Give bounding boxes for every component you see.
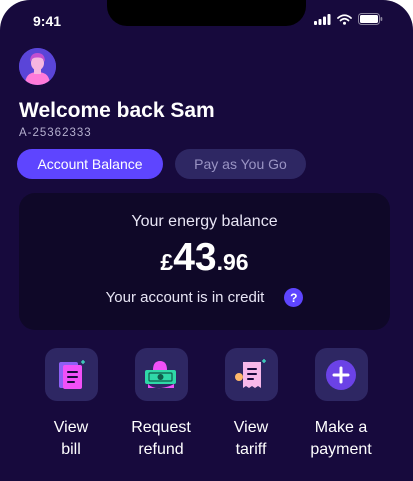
refund-icon — [145, 360, 176, 388]
plus-icon — [326, 359, 356, 390]
balance-minor: .96 — [216, 249, 249, 275]
action-tile — [134, 348, 188, 401]
action-tile — [44, 348, 98, 401]
tab-account-balance[interactable]: Account Balance — [17, 149, 163, 179]
avatar[interactable] — [19, 48, 56, 85]
app-screen: 9:41 Welcome back Sam A-25362333 Account… — [0, 0, 413, 481]
balance-currency: £ — [160, 249, 174, 275]
request-refund-label: Request refund — [131, 419, 191, 458]
view-bill-label: View bill — [53, 419, 89, 458]
action-tile — [314, 348, 368, 401]
credit-status-text: Your account is in credit — [105, 289, 265, 306]
help-icon[interactable]: ? — [284, 288, 304, 307]
balance-amount: £43.96 — [19, 236, 390, 280]
view-tariff-button[interactable]: View tariff — [206, 348, 296, 461]
user-avatar-icon — [19, 48, 56, 85]
status-icons — [314, 13, 383, 25]
bill-icon — [59, 359, 85, 389]
battery-icon — [358, 13, 383, 25]
balance-card: Your energy balance £43.96 Your account … — [19, 193, 390, 330]
device-notch — [107, 0, 306, 26]
welcome-heading: Welcome back Sam — [19, 99, 215, 122]
view-tariff-label: View tariff — [233, 419, 269, 458]
make-payment-label: Make a payment — [310, 419, 372, 458]
status-time: 9:41 — [33, 13, 62, 29]
request-refund-button[interactable]: Request refund — [116, 348, 206, 461]
make-payment-button[interactable]: Make a payment — [296, 348, 386, 461]
view-bill-button[interactable]: View bill — [26, 348, 116, 461]
action-tile — [224, 348, 278, 401]
balance-major: 43 — [173, 236, 217, 279]
signal-icon — [314, 13, 331, 25]
balance-label: Your energy balance — [131, 213, 278, 230]
account-number: A-25362333 — [19, 127, 92, 139]
tariff-icon — [235, 358, 266, 388]
tab-pay-as-you-go[interactable]: Pay as You Go — [175, 149, 306, 179]
credit-status-row: Your account is in credit ? — [19, 288, 390, 307]
wifi-icon — [337, 13, 352, 25]
